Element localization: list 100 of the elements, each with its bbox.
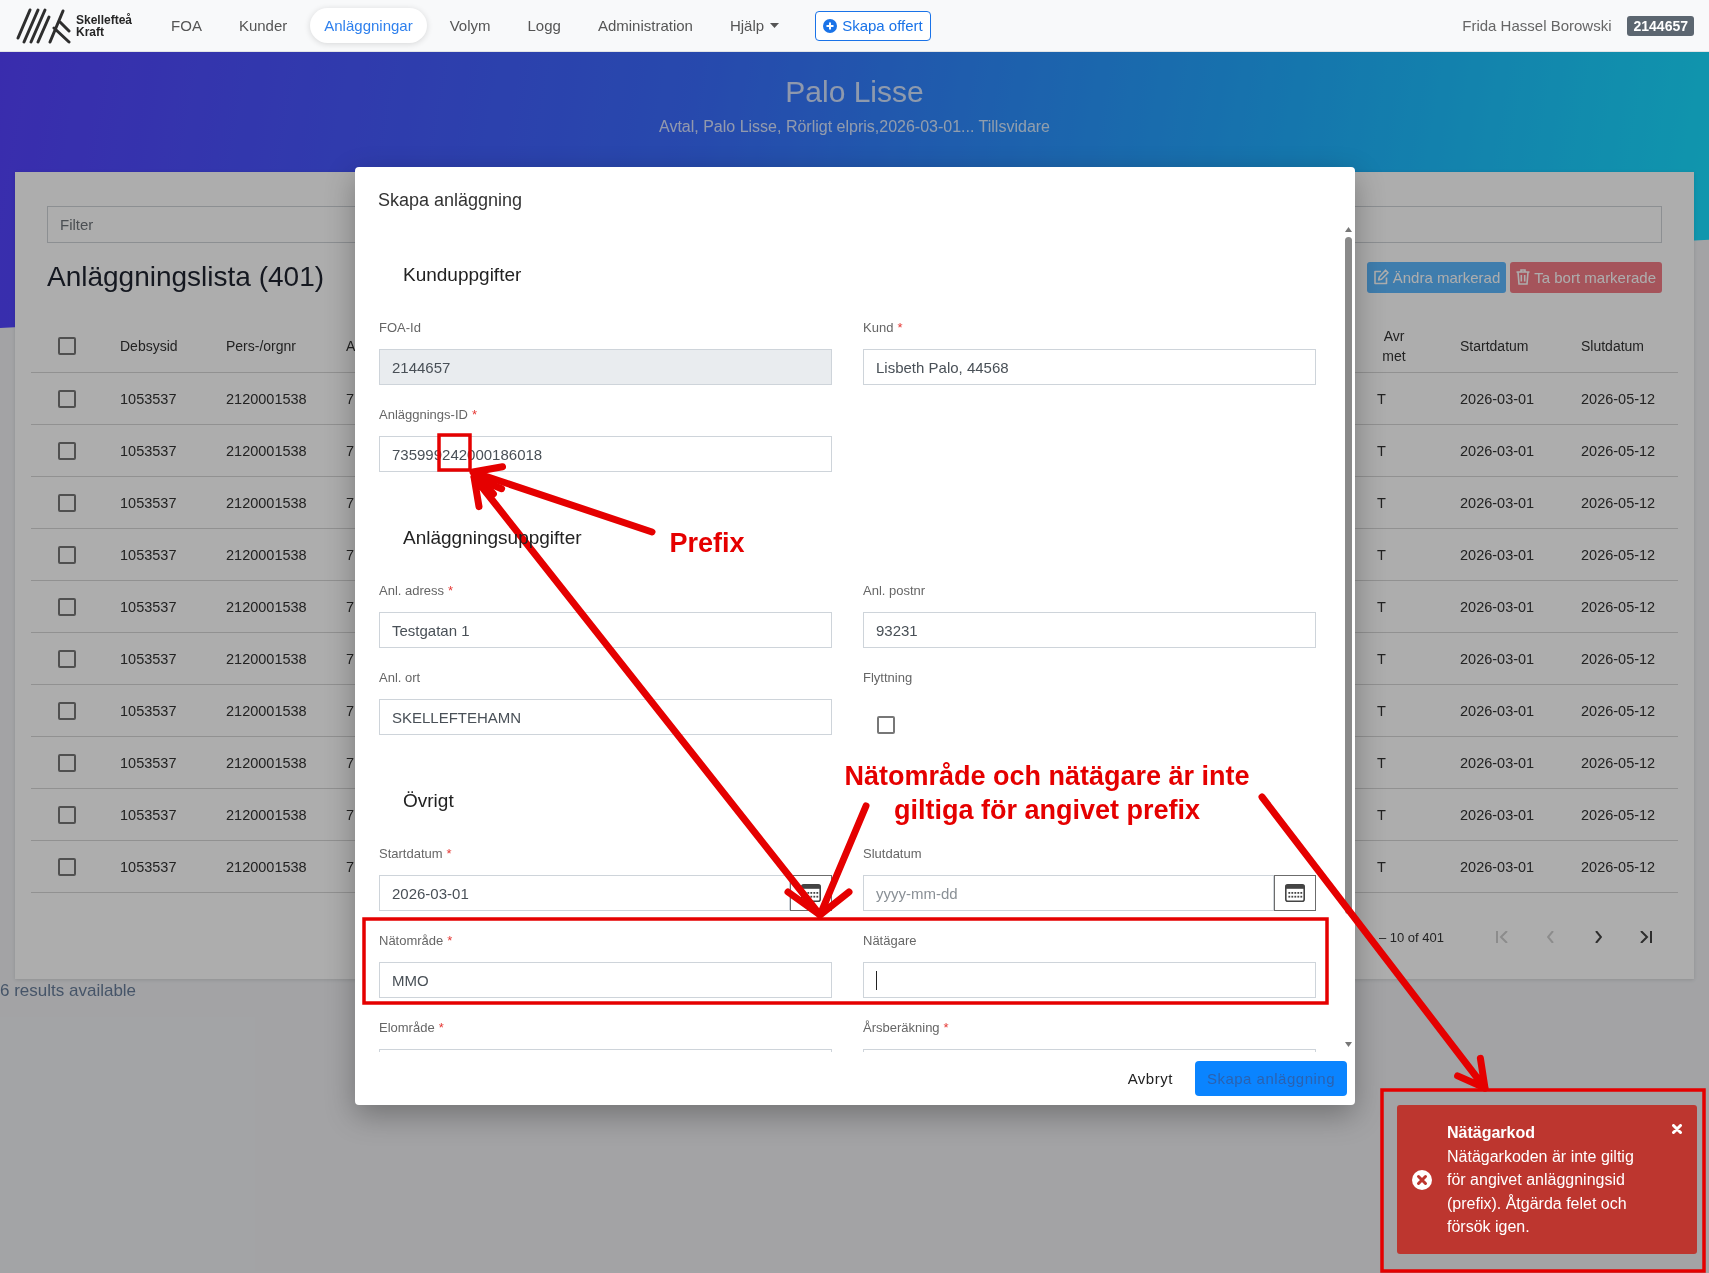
field-label: Anl. postnr — [863, 582, 926, 600]
nav-link[interactable]: Kunder — [224, 8, 302, 43]
table-cell: 2026-03-01 — [1460, 858, 1535, 875]
table-cell: 2026-03-01 — [1460, 754, 1535, 771]
date-field[interactable]: yyyy-mm-dd — [863, 875, 1274, 911]
calendar-icon — [1285, 884, 1305, 902]
table-cell: 1053537 — [120, 390, 177, 407]
checkbox[interactable] — [58, 597, 76, 616]
table-cell: 2120001538 — [226, 390, 307, 407]
field-label: Nätägare — [863, 932, 917, 950]
field-label: Flyttning — [863, 669, 913, 687]
table-cell: 7 — [346, 858, 355, 875]
table-cell: 1053537 — [120, 806, 177, 823]
checkbox[interactable] — [58, 545, 76, 564]
table-cell: T — [1377, 754, 1386, 771]
table-cell: 2120001538 — [226, 650, 307, 667]
table-cell: 2120001538 — [226, 754, 307, 771]
scroll-up-icon[interactable] — [1344, 227, 1352, 232]
calendar-icon — [801, 884, 821, 902]
caret-icon — [770, 23, 780, 28]
table-cell: 7 — [346, 598, 355, 615]
field-label: Elområde * — [379, 1019, 444, 1037]
nav-link[interactable]: Logg — [513, 8, 575, 43]
field-label: Kund * — [863, 319, 903, 337]
table-cell: 2026-05-12 — [1581, 858, 1656, 875]
table-cell: 7 — [346, 650, 355, 667]
error-icon — [1412, 1169, 1432, 1190]
cancel-button[interactable]: Avbryt — [1115, 1061, 1185, 1096]
table-cell: 2026-05-12 — [1581, 442, 1656, 459]
table-cell: 2120001538 — [226, 806, 307, 823]
table-cell: 2026-05-12 — [1581, 390, 1656, 407]
table-cell: T — [1377, 806, 1386, 823]
column-header[interactable]: Pers-/orgnr — [226, 335, 297, 356]
field-label: Startdatum * — [379, 845, 452, 863]
text-field[interactable]: MMO — [379, 962, 832, 998]
text-field[interactable] — [863, 962, 1316, 998]
field-label: Anläggnings-ID * — [379, 406, 477, 424]
table-cell: 2026-03-01 — [1460, 390, 1535, 407]
column-header[interactable]: Debsysid — [120, 335, 178, 356]
field-label: Anl. ort — [379, 669, 421, 687]
table-cell: 1053537 — [120, 858, 177, 875]
column-header[interactable]: A — [346, 335, 356, 356]
table-cell: 2026-05-12 — [1581, 702, 1656, 719]
trash-icon — [1516, 269, 1531, 285]
nav-link[interactable]: FOA — [157, 8, 216, 43]
column-header[interactable]: Slutdatum — [1581, 335, 1645, 356]
close-button[interactable] — [1672, 1124, 1682, 1134]
date-field[interactable]: 2026-03-01 — [379, 875, 790, 911]
checkbox[interactable] — [58, 389, 76, 408]
table-cell: 2026-03-01 — [1460, 702, 1535, 719]
table-cell: 2026-03-01 — [1460, 442, 1535, 459]
text-field[interactable]: SKELLEFTEHAMN — [379, 699, 832, 735]
checkbox[interactable] — [877, 716, 895, 734]
table-cell: 2026-05-12 — [1581, 650, 1656, 667]
section-heading: Övrigt — [403, 789, 454, 813]
table-cell: 1053537 — [120, 702, 177, 719]
table-cell: 7 — [346, 494, 355, 511]
field-label: Nätområde * — [379, 932, 453, 950]
column-header[interactable]: Avr met — [1377, 325, 1411, 366]
table-cell: T — [1377, 494, 1386, 511]
list-title: Anläggningslista (401) — [47, 260, 325, 294]
column-header[interactable]: Startdatum — [1460, 335, 1529, 356]
table-cell: 2120001538 — [226, 442, 307, 459]
table-cell: 1053537 — [120, 598, 177, 615]
calendar-button[interactable] — [1274, 875, 1316, 911]
table-cell: 2026-03-01 — [1460, 650, 1535, 667]
create-offer-button[interactable]: Skapa offert — [815, 10, 931, 41]
checkbox[interactable] — [58, 805, 76, 824]
field-label: FOA-Id — [379, 319, 421, 337]
checkbox[interactable] — [58, 753, 76, 772]
text-field[interactable]: Lisbeth Palo, 44568 — [863, 349, 1316, 385]
table-cell: 7 — [346, 702, 355, 719]
table-cell: 1053537 — [120, 494, 177, 511]
table-cell: T — [1377, 858, 1386, 875]
nav-link[interactable]: Hjälp — [715, 8, 794, 43]
annotation-label: Prefix — [668, 527, 746, 560]
annotation-label: Nätområde och nätägare är inte giltiga för angivet prefix — [843, 760, 1251, 827]
checkbox[interactable] — [58, 441, 76, 460]
checkbox[interactable] — [58, 493, 76, 512]
table-cell: T — [1377, 546, 1386, 563]
user-name: Frida Hassel Borowski — [1462, 17, 1612, 34]
text-field[interactable]: 93231 — [863, 612, 1316, 648]
checkbox[interactable] — [58, 701, 76, 720]
table-cell: 1053537 — [120, 754, 177, 771]
table-cell: 2026-03-01 — [1460, 494, 1535, 511]
checkbox[interactable] — [58, 857, 76, 876]
checkbox[interactable] — [58, 649, 76, 668]
nav-link[interactable]: Volym — [435, 8, 505, 43]
nav-link[interactable]: Anläggningar — [310, 8, 427, 43]
toast-title: Nätägarkod — [1447, 1122, 1536, 1143]
scroll-down-icon[interactable] — [1344, 1042, 1352, 1047]
toast-message: Nätägarkoden är inte giltig för angivet anläggningsid (prefix). Åtgärda felet och försök igen. — [1447, 1146, 1635, 1237]
nav-link[interactable]: Administration — [583, 8, 707, 43]
text-cursor — [876, 971, 877, 990]
results-note: 6 results available — [0, 980, 137, 1002]
table-cell: 7 — [346, 390, 355, 407]
hero-title: Palo Lisse — [784, 74, 925, 110]
checkbox[interactable] — [58, 336, 76, 355]
table-cell: 2026-05-12 — [1581, 806, 1656, 823]
text-field[interactable]: Testgatan 1 — [379, 612, 832, 648]
